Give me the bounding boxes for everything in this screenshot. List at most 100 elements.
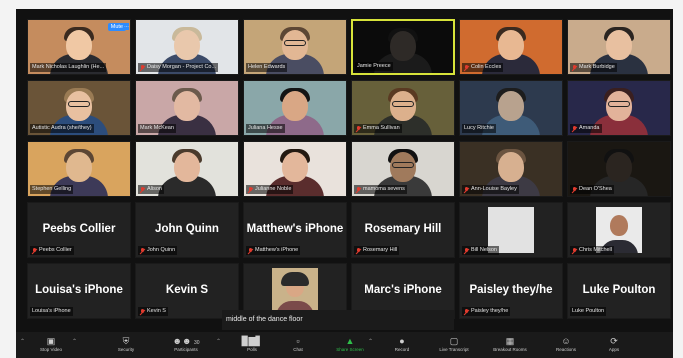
video-person-face [606, 152, 632, 182]
more-options-button[interactable]: … [124, 23, 129, 30]
participant-name: Dean O'Shea [579, 186, 612, 192]
reactions-label: Reactions [555, 347, 576, 352]
video-tile[interactable]: Alison [135, 141, 239, 197]
participant-name: Peebs Collier [39, 247, 72, 253]
video-camera-icon: ▣ [46, 336, 56, 346]
video-tile[interactable]: Lucy Ritchie [459, 80, 563, 136]
participant-name-label: Rosemary Hill [354, 246, 400, 255]
muted-mic-icon [32, 247, 37, 254]
muted-mic-icon [356, 247, 361, 254]
video-tile[interactable]: Juliana Hesse [243, 80, 347, 136]
muted-mic-icon [140, 186, 145, 193]
video-tile[interactable]: Stephen Gelling [27, 141, 131, 197]
participant-name: Amanda [579, 125, 600, 131]
muted-mic-icon [572, 247, 577, 254]
video-tile[interactable]: Helen Edwards [243, 19, 347, 75]
muted-mic-icon [464, 308, 469, 315]
participant-name: Ann-Louise Bayley [471, 186, 517, 192]
participant-name-label: Dean O'Shea [570, 185, 614, 194]
video-tile[interactable]: Ann-Louise Bayley [459, 141, 563, 197]
participant-name: Helen Edwards [248, 64, 286, 70]
stop-video-label: Stop Video [40, 347, 62, 352]
participant-name: Rosemary Hill [363, 247, 398, 253]
video-tile[interactable]: Colin Eccles [459, 19, 563, 75]
gallery-grid: Mute… Mark Nicholas Laughlin (He... Daisy … [27, 19, 671, 319]
muted-mic-icon [140, 247, 145, 254]
name-tile[interactable]: Rosemary Hill Rosemary Hill [351, 202, 455, 258]
audio-options-chevron-icon[interactable]: ⌃ [20, 338, 25, 345]
muted-mic-icon [356, 125, 361, 132]
participant-name: Matthew's iPhone [255, 247, 299, 253]
participant-display-name: Louisa's iPhone [35, 284, 123, 296]
muted-mic-icon [464, 247, 469, 254]
participant-name-label: Emma Sullivan [354, 124, 402, 133]
closed-caption: middle of the dance floor [222, 310, 454, 330]
participants-chevron-icon[interactable]: ⌃ [216, 338, 221, 345]
video-tile[interactable]: Emma Sullivan [351, 80, 455, 136]
participant-display-name: Paisley they/he [469, 284, 553, 296]
participant-name-label: Amanda [570, 124, 602, 133]
participant-display-name: Luke Poulton [582, 284, 656, 296]
participant-display-name: Rosemary Hill [364, 223, 442, 235]
video-tile[interactable]: Mute… Mark Nicholas Laughlin (He... [27, 19, 131, 75]
video-tile[interactable]: Dean O'Shea [567, 141, 671, 197]
participants-label: Participants [174, 347, 198, 352]
name-tile[interactable]: Louisa's iPhone Louisa's iPhone [27, 263, 131, 319]
reactions-button[interactable]: ☺ Reactions [546, 335, 586, 353]
video-options-chevron-icon[interactable]: ⌃ [72, 338, 77, 345]
participant-name: Mark McKean [140, 125, 174, 131]
glasses-shape [392, 162, 414, 168]
live-transcript-label: Live Transcript [439, 347, 469, 352]
glasses-shape [284, 40, 306, 46]
participant-name-label: Mark McKean [138, 124, 176, 133]
participants-button[interactable]: ☻☻ 30 Participants [166, 335, 206, 353]
participant-name-label: Kevin S [138, 307, 168, 316]
name-tile[interactable]: Bill Nelson [459, 202, 563, 258]
participant-name-label: Juliana Hesse [246, 124, 285, 133]
participant-name: Louisa's iPhone [32, 308, 71, 314]
video-tile[interactable]: Jamie Preece [351, 19, 455, 75]
share-options-chevron-icon[interactable]: ⌃ [368, 338, 373, 345]
video-tile[interactable]: Daisy Morgan - Project Co... [135, 19, 239, 75]
muted-mic-icon [248, 186, 253, 193]
participant-name: Paisley they/he [471, 308, 509, 314]
participant-name-label: Lucy Ritchie [462, 124, 496, 133]
participant-name-label: Ann-Louise Bayley [462, 185, 519, 194]
name-tile[interactable]: Paisley they/he Paisley they/he [459, 263, 563, 319]
video-tile[interactable]: Mark McKean [135, 80, 239, 136]
video-tile[interactable]: mamoma sevens [351, 141, 455, 197]
emoji-icon: ☺ [561, 336, 571, 346]
name-tile[interactable]: Matthew's iPhone Matthew's iPhone [243, 202, 347, 258]
breakout-rooms-icon: ▦ [505, 336, 515, 346]
participant-name: Mark Burbidge [579, 64, 615, 70]
video-person-face [498, 30, 524, 60]
participant-name: Luke Poulton [572, 308, 605, 314]
name-tile[interactable]: Peebs Collier Peebs Collier [27, 202, 131, 258]
video-tile[interactable]: Mark Burbidge [567, 19, 671, 75]
chat-button[interactable]: ▫ Chat [278, 335, 318, 353]
muted-mic-icon [140, 64, 145, 71]
apps-button[interactable]: ⟳ Apps [594, 335, 634, 353]
security-button[interactable]: ⛨ Security [106, 335, 146, 353]
name-tile[interactable]: Luke Poulton Luke Poulton [567, 263, 671, 319]
video-tile[interactable]: Amanda [567, 80, 671, 136]
name-tile[interactable]: Chris Mitchell [567, 202, 671, 258]
stop-video-button[interactable]: ▣ Stop Video [31, 335, 71, 353]
muted-mic-icon [572, 186, 577, 193]
muted-mic-icon [464, 186, 469, 193]
share-screen-button[interactable]: ▲ Share Screen [330, 335, 370, 353]
live-transcript-button[interactable]: ▢ Live Transcript [434, 335, 474, 353]
meeting-toolbar: ⌃ ▣ Stop Video ⌃ ⛨ Security ☻☻ 30 Partic… [16, 332, 673, 358]
name-tile[interactable]: John Quinn John Quinn [135, 202, 239, 258]
participant-name-label: Paisley they/he [462, 307, 511, 316]
record-button[interactable]: ● Record [382, 335, 422, 353]
participant-name-label: Mark Nicholas Laughlin (He... [30, 63, 107, 72]
participant-name: mamoma sevens [363, 186, 405, 192]
muted-mic-icon [572, 64, 577, 71]
breakout-rooms-button[interactable]: ▦ Breakout Rooms [490, 335, 530, 353]
polls-button[interactable]: ▉▇▋ Polls [232, 335, 272, 353]
video-tile[interactable]: Autistic Audra (she/they) [27, 80, 131, 136]
glasses-shape [68, 101, 90, 107]
video-person-face [174, 152, 200, 182]
video-tile[interactable]: Julianne Noble [243, 141, 347, 197]
